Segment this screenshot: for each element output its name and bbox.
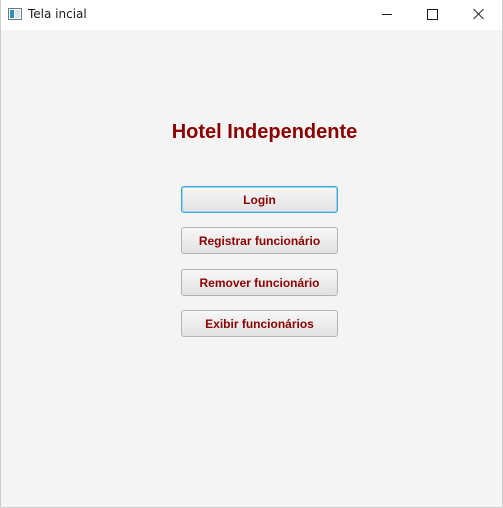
maximize-button[interactable] [410,0,456,30]
close-icon [473,8,485,20]
remove-employee-button[interactable]: Remover funcionário [181,269,338,296]
window-title: Tela incial [28,7,87,21]
register-employee-button[interactable]: Registrar funcionário [181,227,338,254]
main-window: Tela incial Hotel Independente Login Reg… [0,0,503,508]
minimize-icon [382,14,392,15]
login-button[interactable]: Login [181,186,338,213]
title-bar: Tela incial [1,0,502,30]
show-employees-button[interactable]: Exibir funcionários [181,310,338,337]
minimize-button[interactable] [364,0,410,30]
page-title: Hotel Independente [171,121,358,143]
maximize-icon [427,9,438,20]
app-window-icon [8,8,22,20]
close-button[interactable] [456,0,502,30]
